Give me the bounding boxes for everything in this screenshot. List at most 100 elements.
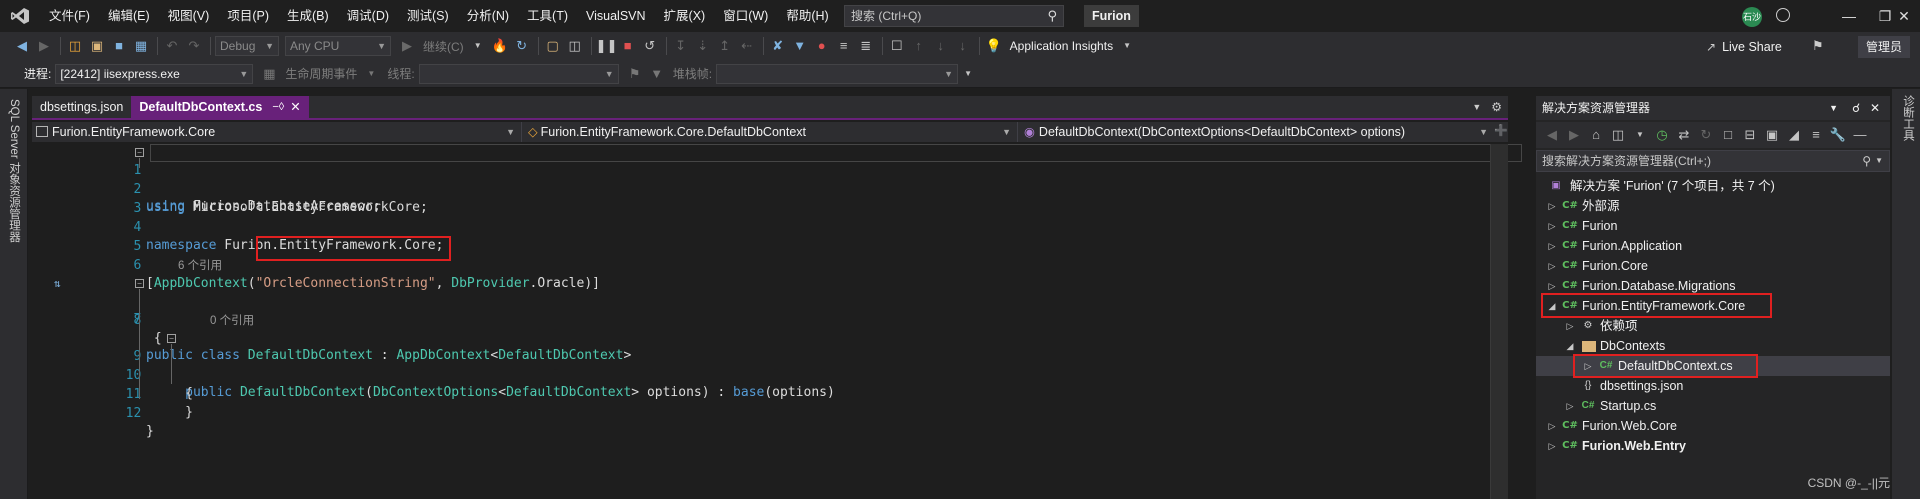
switch-views-icon[interactable]: ◫ [1608,125,1628,145]
tree-item-dependencies[interactable]: ▷ ⚙ 依赖项 [1536,316,1890,336]
chevron-down-icon[interactable]: ▼ [1630,125,1650,145]
new-item-icon[interactable]: ◫ [65,36,85,56]
sync-icon[interactable]: ⇄ [1674,125,1694,145]
menu-file[interactable]: 文件(F) [40,0,99,32]
thread-select[interactable]: ▼ [418,63,619,84]
expand-arrow-icon[interactable]: ▷ [1546,236,1558,256]
live-share-button[interactable]: ↗ Live Share [1706,36,1782,58]
tree-item-dbcontexts-folder[interactable]: ◢ DbContexts [1536,336,1890,356]
sql-server-object-explorer-tab[interactable]: SQL Server 对象资源管理器 [0,89,28,499]
refresh-icon[interactable]: ↻ [1696,125,1716,145]
menu-edit[interactable]: 编辑(E) [99,0,159,32]
home-icon[interactable]: ⌂ [1586,125,1606,145]
undo-icon[interactable]: ↶ [162,36,182,56]
type-select[interactable]: ◇ Furion.EntityFramework.Core.DefaultDbCo… [524,122,1018,142]
expand-arrow-icon[interactable]: ▷ [1564,316,1576,336]
continue-button[interactable]: 继续(C) [419,38,468,55]
expand-arrow-icon[interactable]: ▷ [1546,436,1558,456]
codelens-references[interactable]: 6 个引用 [178,258,222,274]
expand-arrow-icon[interactable]: ▷ [1546,196,1558,216]
menu-window[interactable]: 窗口(W) [714,0,777,32]
tab-list-dropdown-icon[interactable]: ▼ [1472,102,1481,112]
layout-icon[interactable]: ◫ [565,36,585,56]
code-area[interactable]: 1 − using Furion.DatabaseAccessor; 2 usi… [32,144,1522,499]
menu-help[interactable]: 帮助(H) [777,0,837,32]
comment-icon[interactable]: ≡ [834,36,854,56]
menu-debug[interactable]: 调试(D) [338,0,398,32]
solution-config-select[interactable]: Debug ▼ [215,36,279,56]
global-search-input[interactable]: 搜索 (Ctrl+Q) ⚲ [844,5,1064,27]
collapse-all-icon[interactable]: ⊟ [1740,125,1760,145]
tree-item-external-sources[interactable]: ▷ C# 外部源 [1536,196,1890,216]
forward-icon[interactable]: ▶ [1564,125,1584,145]
bookmark-icon[interactable]: ☐ [887,36,907,56]
chevron-down-icon[interactable]: ▼ [1875,151,1883,171]
tab-defaultdbcontext-cs[interactable]: DefaultDbContext.cs −◊ ✕ [131,96,309,118]
prev-bookmark-icon[interactable]: ↑ [909,36,929,56]
redo-icon[interactable]: ↷ [184,36,204,56]
chevron-down-icon[interactable]: ▼ [361,64,381,84]
tree-item-dbsettings-json[interactable]: {} dbsettings.json [1536,376,1890,396]
implementation-glyph-icon[interactable]: ⇅ [54,275,61,293]
tree-item-furion-core[interactable]: ▷ C# Furion.Core [1536,256,1890,276]
diagnostic-tools-tab[interactable]: 诊断工具 [1892,89,1920,499]
toolbar-overflow-icon[interactable]: ▼ [958,64,978,84]
split-editor-icon[interactable]: ➕ [1494,124,1508,137]
refresh-icon[interactable]: ↻ [512,36,532,56]
process-select[interactable]: [22412] iisexpress.exe ▼ [55,63,254,84]
save-icon[interactable]: ■ [109,36,129,56]
hot-reload-icon[interactable]: 🔥 [490,36,510,56]
pause-icon[interactable]: ❚❚ [596,36,618,56]
close-tab-icon[interactable]: ✕ [290,96,300,118]
lightbulb-icon[interactable]: 💡 [984,36,1004,56]
chevron-down-icon[interactable]: ▼ [468,36,488,56]
uncomment-icon[interactable]: ≣ [856,36,876,56]
back-icon[interactable]: ◀ [1542,125,1562,145]
collapse-icon[interactable]: − [135,279,144,288]
flag-thread-icon[interactable]: ⚑ [625,64,645,84]
avatar[interactable]: 石沙 [1742,7,1762,27]
solution-explorer-search-input[interactable]: 搜索解决方案资源管理器(Ctrl+;) ⚲ ▼ [1536,150,1890,172]
platform-select[interactable]: Any CPU ▼ [285,36,391,56]
show-thread-icon[interactable]: ▼ [790,36,810,56]
chevron-down-icon[interactable]: ▼ [1117,36,1137,56]
show-all-files-icon[interactable]: ▣ [1762,125,1782,145]
menu-test[interactable]: 测试(S) [398,0,458,32]
tree-item-solution[interactable]: ▣ 解决方案 'Furion' (7 个项目，共 7 个) [1536,176,1890,196]
forward-icon[interactable]: ▶ [34,36,54,56]
breakpoint-icon[interactable]: ● [812,36,832,56]
back-icon[interactable]: ◀ [12,36,32,56]
menu-tools[interactable]: 工具(T) [518,0,577,32]
tree-item-startup-cs[interactable]: ▷ C# Startup.cs [1536,396,1890,416]
step-into-icon[interactable]: ⇣ [693,36,713,56]
step-out-icon[interactable]: ↥ [715,36,735,56]
next-bookmark-icon[interactable]: ↓ [931,36,951,56]
hex-display-icon[interactable]: ✘ [768,36,788,56]
menu-project[interactable]: 项目(P) [218,0,278,32]
preview-selected-icon[interactable]: — [1850,125,1870,145]
tree-item-furion[interactable]: ▷ C# Furion [1536,216,1890,236]
tree-item-furion-application[interactable]: ▷ C# Furion.Application [1536,236,1890,256]
step-over-icon[interactable]: ↧ [671,36,691,56]
restart-icon[interactable]: ↺ [640,36,660,56]
member-select[interactable]: ◉ DefaultDbContext(DbContextOptions<Defau… [1020,122,1494,142]
menu-visualsvn[interactable]: VisualSVN [577,0,655,32]
close-icon[interactable]: ✕ [1870,96,1880,120]
tree-item-furion-web-entry[interactable]: ▷ C# Furion.Web.Entry [1536,436,1890,456]
collapse-icon[interactable]: − [167,334,176,343]
feedback-icon[interactable]: ⚑ [1812,38,1824,54]
filter-icon[interactable]: ≡ [1806,125,1826,145]
properties-icon[interactable]: 🔧 [1828,125,1848,145]
expand-arrow-icon[interactable]: ▷ [1546,256,1558,276]
expand-arrow-icon[interactable]: ▷ [1564,396,1576,416]
file-view-icon[interactable]: □ [1718,125,1738,145]
pending-changes-icon[interactable]: ◷ [1652,125,1672,145]
close-icon[interactable]: ✕ [1888,0,1920,32]
pin-icon[interactable]: −◊ [272,96,284,118]
editor-vertical-scrollbar[interactable] [1490,144,1508,499]
filter-icon[interactable]: ▼ [647,64,667,84]
step-back-icon[interactable]: ⇠ [737,36,757,56]
lifecycle-events-button[interactable]: 生命周期事件 [281,65,361,82]
project-context-select[interactable]: Furion.EntityFramework.Core ▼ [32,122,522,142]
stackframe-select[interactable]: ▼ [716,63,959,84]
